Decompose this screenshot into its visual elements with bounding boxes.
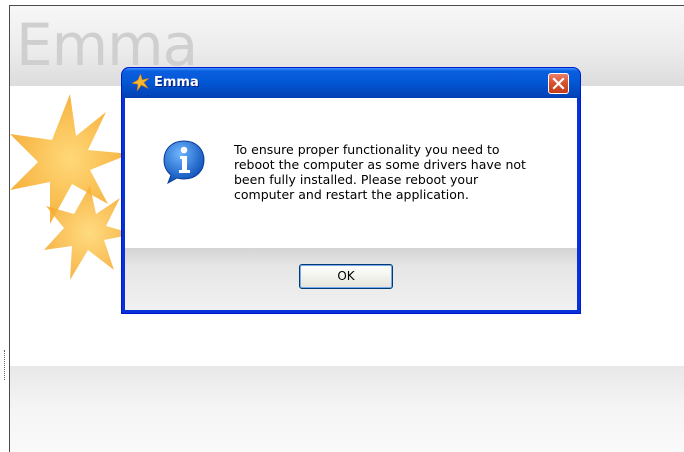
star-app-icon: [132, 74, 149, 91]
app-footer: [10, 366, 684, 452]
info-icon: [163, 140, 205, 184]
ok-button[interactable]: OK: [299, 264, 393, 289]
close-button[interactable]: [548, 73, 569, 94]
dialog-message: To ensure proper functionality you need …: [234, 142, 526, 202]
message-dialog: Emma To ensure proper functionality you …: [122, 68, 580, 313]
dialog-title: Emma: [154, 75, 199, 90]
close-icon: [552, 77, 565, 90]
divider: [4, 350, 7, 380]
message-area: To ensure proper functionality you need …: [125, 98, 577, 248]
dialog-titlebar[interactable]: Emma: [122, 68, 580, 98]
